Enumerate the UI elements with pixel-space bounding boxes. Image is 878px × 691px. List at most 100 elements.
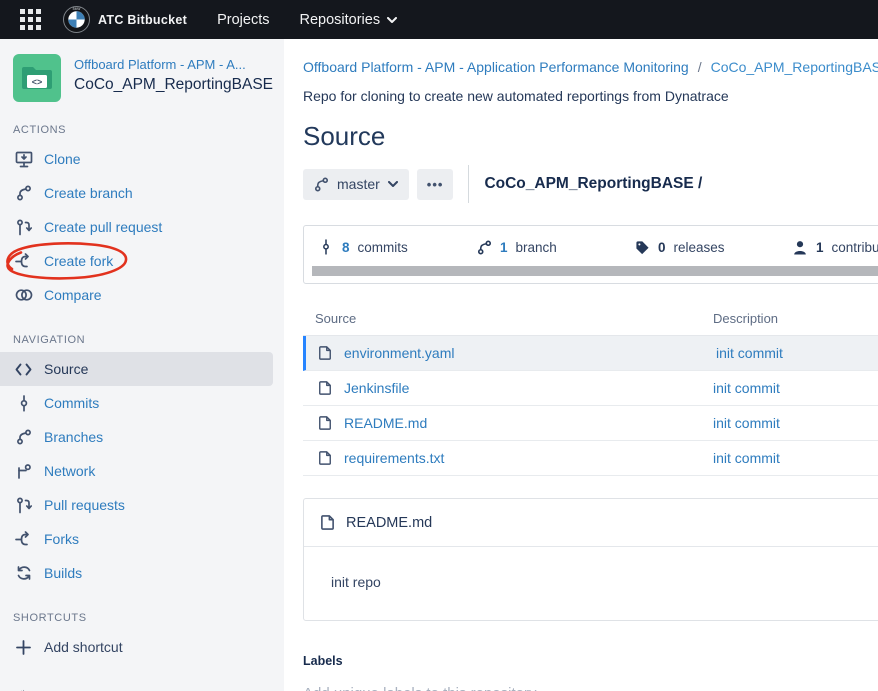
sidebar-item-label: Commits [44, 395, 99, 411]
nav-repositories[interactable]: Repositories [299, 12, 397, 28]
top-navigation-bar: BMW ATC Bitbucket Projects Repositories [0, 0, 878, 39]
file-table-header: Source Description [303, 311, 878, 336]
site-title[interactable]: ATC Bitbucket [98, 13, 187, 27]
sidebar-item-add-shortcut[interactable]: Add shortcut [0, 630, 284, 664]
sidebar-item-create-branch[interactable]: Create branch [0, 176, 284, 210]
stat-value: 0 [658, 240, 666, 255]
page-title: Source [303, 121, 878, 152]
file-icon [318, 345, 332, 361]
file-icon [318, 415, 332, 431]
sidebar-item-label: Branches [44, 429, 103, 445]
branch-icon [14, 185, 33, 201]
sidebar-item-create-pull-request[interactable]: Create pull request [0, 210, 284, 244]
sidebar: <> Offboard Platform - APM - A... CoCo_A… [0, 39, 284, 691]
sidebar-item-label: Pull requests [44, 497, 125, 513]
breadcrumb: Offboard Platform - APM - Application Pe… [303, 59, 878, 75]
file-link[interactable]: README.md [344, 415, 427, 431]
shortcuts-section-header: SHORTCUTS [13, 612, 284, 624]
sidebar-item-source[interactable]: Source [0, 352, 273, 386]
stat-branches[interactable]: 1 branch [476, 239, 634, 255]
pull-request-icon [14, 219, 33, 236]
labels-input-placeholder[interactable]: Add unique labels to this repository [303, 685, 878, 691]
sidebar-item-label: Source [44, 361, 88, 377]
repo-description: Repo for cloning to create new automated… [303, 88, 878, 104]
readme-filename: README.md [346, 515, 432, 531]
code-icon [14, 363, 33, 376]
fork-icon [14, 253, 33, 269]
person-icon [792, 240, 808, 255]
more-actions-button[interactable]: ••• [417, 169, 454, 200]
sidebar-item-label: Create branch [44, 185, 133, 201]
stat-label: branch [516, 240, 557, 255]
sidebar-item-label: Forks [44, 531, 79, 547]
sidebar-item-label: Builds [44, 565, 82, 581]
stat-contributors: 1 contributor [792, 239, 878, 255]
sidebar-item-create-fork[interactable]: Create fork [0, 244, 284, 278]
network-icon [14, 463, 33, 479]
plus-icon [14, 640, 33, 655]
branch-selector-button[interactable]: master [303, 169, 409, 200]
fork-icon [14, 531, 33, 547]
breadcrumb-project-link[interactable]: Offboard Platform - APM - Application Pe… [303, 59, 689, 75]
labels-section: Labels Add unique labels to this reposit… [303, 654, 878, 691]
branch-selector-label: master [337, 176, 380, 192]
bmw-logo-icon[interactable]: BMW [63, 6, 90, 33]
readme-header: README.md [304, 499, 878, 547]
column-header-source: Source [315, 311, 713, 326]
pull-request-icon [14, 497, 33, 514]
branch-icon [476, 240, 492, 255]
sidebar-item-builds[interactable]: Builds [0, 556, 284, 590]
readme-card: README.md init repo [303, 498, 878, 621]
sidebar-item-network[interactable]: Network [0, 454, 284, 488]
svg-text:<>: <> [32, 77, 43, 87]
sidebar-item-repository-settings[interactable]: Repository settings [0, 680, 284, 691]
sidebar-item-forks[interactable]: Forks [0, 522, 284, 556]
sidebar-item-label: Network [44, 463, 95, 479]
app-switcher-icon[interactable] [20, 9, 41, 30]
sidebar-item-compare[interactable]: Compare [0, 278, 284, 312]
file-icon [318, 450, 332, 466]
chevron-down-icon [388, 181, 398, 188]
navigation-section-header: NAVIGATION [13, 334, 284, 346]
stat-commits[interactable]: 8 commits [318, 239, 476, 255]
file-link[interactable]: environment.yaml [344, 345, 455, 361]
table-row[interactable]: Jenkinsfile init commit [303, 371, 878, 406]
repo-avatar: <> [13, 54, 61, 102]
file-icon [320, 514, 335, 531]
repo-header: <> Offboard Platform - APM - A... CoCo_A… [0, 54, 284, 102]
horizontal-scrollbar[interactable] [312, 266, 878, 276]
svg-text:BMW: BMW [73, 7, 81, 11]
labels-header: Labels [303, 654, 878, 668]
breadcrumb-repo-link[interactable]: CoCo_APM_ReportingBASE [711, 59, 878, 75]
commit-message-link[interactable]: init commit [713, 415, 780, 431]
sidebar-item-label: Compare [44, 287, 102, 303]
breadcrumb-separator: / [698, 59, 702, 75]
readme-content: init repo [304, 547, 878, 620]
table-row[interactable]: requirements.txt init commit [303, 441, 878, 476]
table-row[interactable]: environment.yaml init commit [303, 336, 878, 371]
nav-projects[interactable]: Projects [217, 12, 269, 28]
sidebar-item-branches[interactable]: Branches [0, 420, 284, 454]
commit-message-link[interactable]: init commit [716, 345, 783, 361]
source-controls: master ••• CoCo_APM_ReportingBASE / [303, 165, 878, 203]
repo-stats-card: 8 commits 1 branch [303, 225, 878, 284]
project-link[interactable]: Offboard Platform - APM - A... [74, 57, 273, 72]
commit-message-link[interactable]: init commit [713, 380, 780, 396]
sidebar-item-pull-requests[interactable]: Pull requests [0, 488, 284, 522]
sidebar-item-commits[interactable]: Commits [0, 386, 284, 420]
stat-value: 8 [342, 240, 350, 255]
commit-message-link[interactable]: init commit [713, 450, 780, 466]
chevron-down-icon [387, 17, 397, 24]
file-table: Source Description environment.yaml init… [303, 311, 878, 476]
repo-name: CoCo_APM_ReportingBASE [74, 76, 273, 94]
file-icon [318, 380, 332, 396]
file-path-breadcrumb[interactable]: CoCo_APM_ReportingBASE / [484, 175, 702, 193]
branch-icon [314, 177, 329, 192]
vertical-divider [468, 165, 469, 203]
sidebar-item-label: Create pull request [44, 219, 162, 235]
file-link[interactable]: Jenkinsfile [344, 380, 409, 396]
stat-label: releases [674, 240, 725, 255]
sidebar-item-clone[interactable]: Clone [0, 142, 284, 176]
table-row[interactable]: README.md init commit [303, 406, 878, 441]
file-link[interactable]: requirements.txt [344, 450, 444, 466]
